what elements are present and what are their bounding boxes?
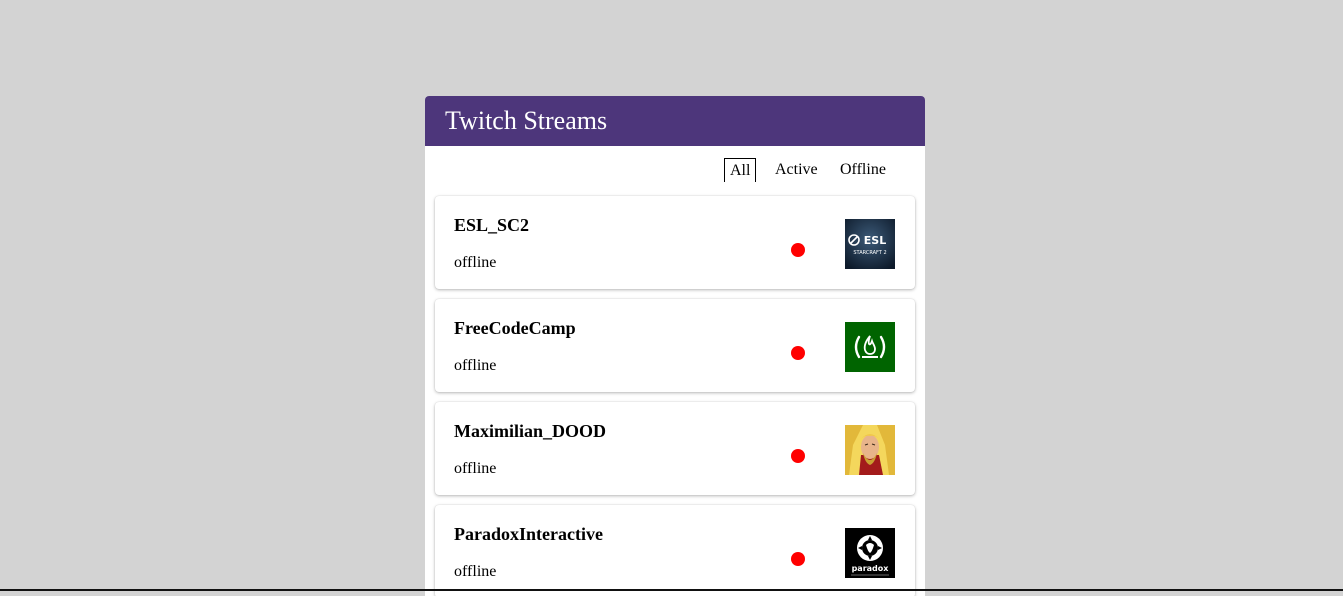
panel-header: Twitch Streams (425, 96, 925, 146)
paradox-logo-text: paradox (852, 564, 890, 573)
filter-active-button[interactable]: Active (769, 158, 824, 182)
stream-card[interactable]: ParadoxInteractive offline paradox (435, 505, 915, 596)
stream-name[interactable]: FreeCodeCamp (454, 318, 576, 339)
stream-status: offline (454, 460, 497, 477)
offline-status-dot (791, 346, 805, 360)
stream-status: offline (454, 357, 497, 374)
maximilian-avatar-icon[interactable] (845, 425, 895, 475)
stream-card[interactable]: ESL_SC2 offline ESL STARCRAFT 2 (435, 196, 915, 289)
filter-offline-button[interactable]: Offline (834, 158, 892, 182)
offline-status-dot (791, 552, 805, 566)
stream-name[interactable]: ParadoxInteractive (454, 524, 603, 545)
streams-panel: Twitch Streams All Active Offline ESL_SC… (425, 96, 925, 596)
filter-all-button[interactable]: All (724, 158, 757, 182)
stream-name[interactable]: Maximilian_DOOD (454, 421, 606, 442)
stream-status: offline (454, 254, 497, 271)
page-title: Twitch Streams (445, 106, 608, 135)
starcraft-logo-text: STARCRAFT 2 (853, 250, 886, 256)
offline-status-dot (791, 449, 805, 463)
paradox-logo-icon[interactable]: paradox (845, 528, 895, 578)
stream-card[interactable]: Maximilian_DOOD offline (435, 402, 915, 495)
stream-name[interactable]: ESL_SC2 (454, 215, 529, 236)
stream-status: offline (454, 563, 497, 580)
stream-card[interactable]: FreeCodeCamp offline (435, 299, 915, 392)
esl-logo-text: ESL (864, 234, 886, 247)
esl-starcraft-logo-icon[interactable]: ESL STARCRAFT 2 (845, 219, 895, 269)
filter-bar: All Active Offline (425, 146, 925, 190)
freecodecamp-logo-icon[interactable] (845, 322, 895, 372)
offline-status-dot (791, 243, 805, 257)
